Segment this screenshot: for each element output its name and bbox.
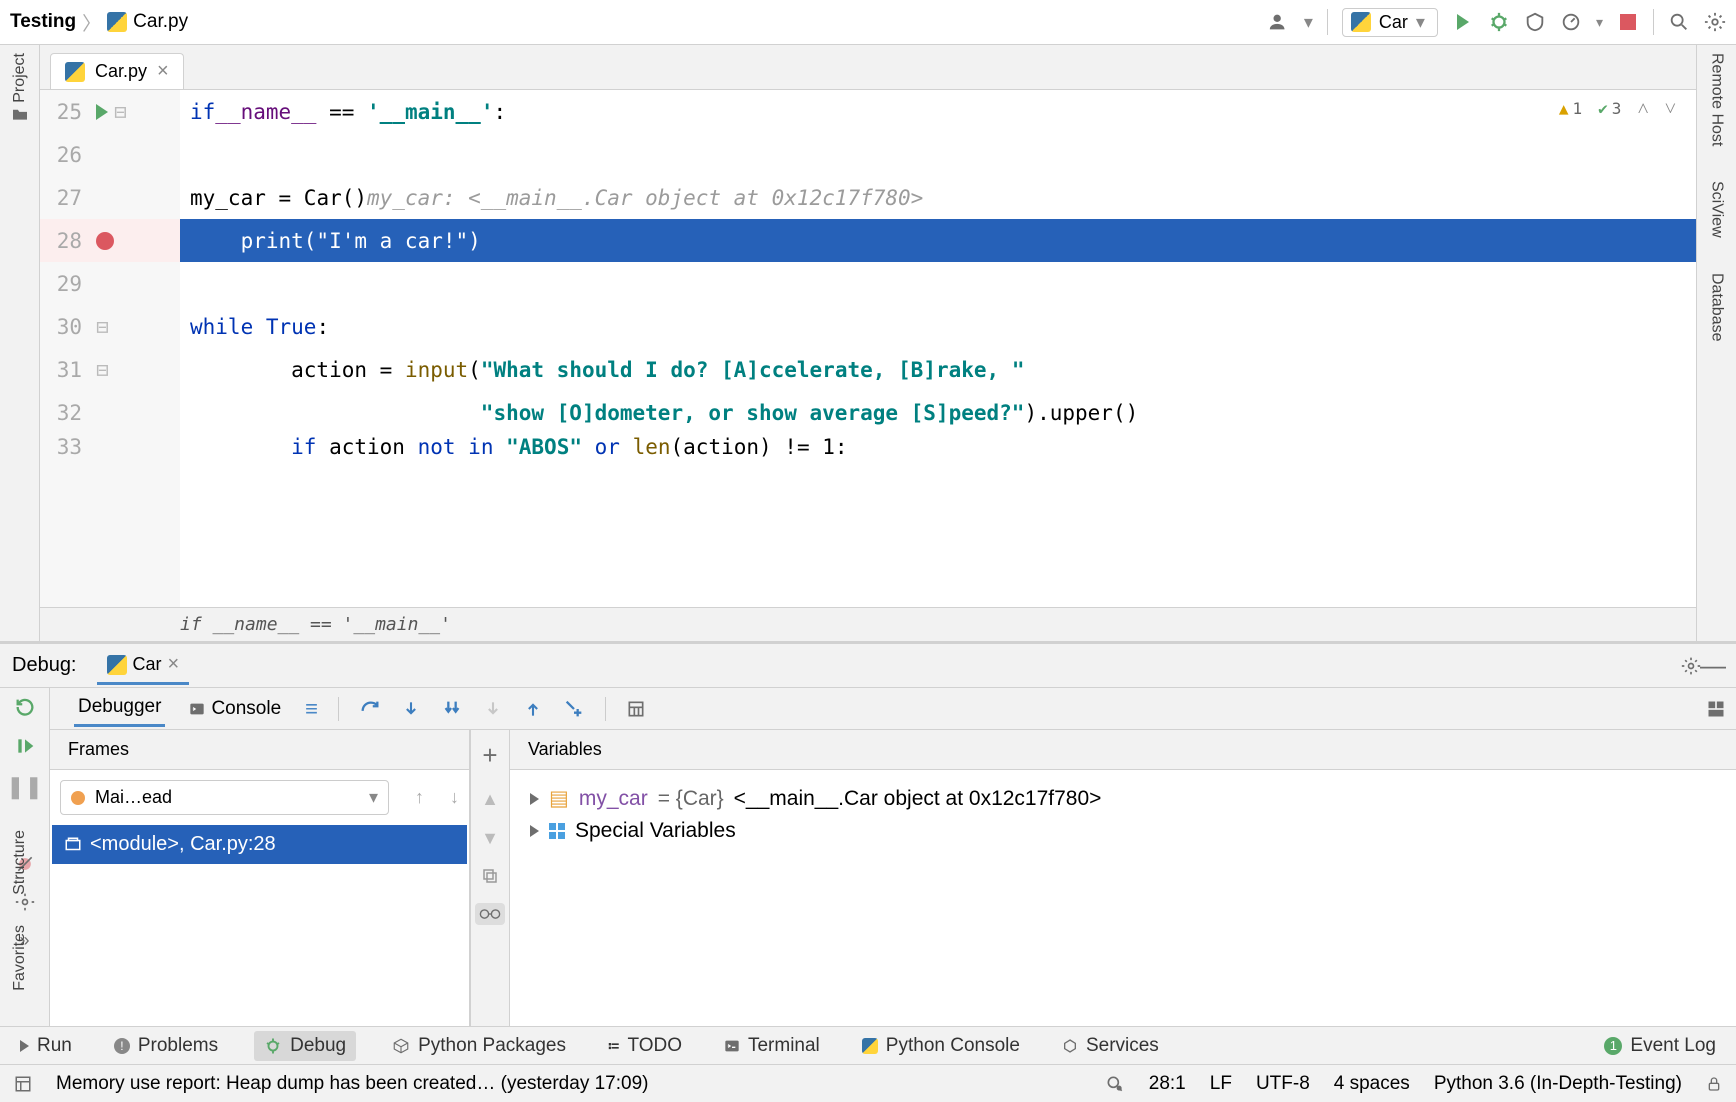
field-icon: ▤ xyxy=(549,786,569,811)
sciview-tool-button[interactable]: SciView xyxy=(1708,181,1726,243)
user-add-icon[interactable] xyxy=(1268,11,1290,33)
run-config-selector[interactable]: Car ▾ xyxy=(1342,8,1438,37)
python-file-icon xyxy=(107,12,127,32)
profile-button[interactable] xyxy=(1560,11,1582,33)
minimize-icon[interactable]: — xyxy=(1702,655,1724,677)
thread-status-icon xyxy=(71,791,85,805)
todo-tool-button[interactable]: ≔TODO xyxy=(602,1031,688,1061)
python-packages-tool-button[interactable]: Python Packages xyxy=(386,1031,572,1061)
top-toolbar: Testing 〉 Car.py ▾ Car ▾ xyxy=(0,0,1736,45)
search-icon[interactable] xyxy=(1668,11,1690,33)
debugger-tab[interactable]: Debugger xyxy=(74,690,165,727)
step-into-my-code-button[interactable] xyxy=(441,698,463,720)
project-tool-button[interactable]: Project xyxy=(11,53,29,121)
breadcrumb-file[interactable]: Car.py xyxy=(133,11,188,33)
down-icon[interactable]: ▼ xyxy=(481,828,499,849)
step-into-button[interactable] xyxy=(401,698,421,720)
expand-icon[interactable] xyxy=(530,825,539,837)
run-gutter-icon[interactable] xyxy=(96,104,108,120)
python-icon xyxy=(1351,12,1371,32)
fold-icon[interactable]: ⊟ xyxy=(114,100,127,124)
breakpoint-icon[interactable] xyxy=(96,232,114,250)
fold-icon[interactable]: ⊟ xyxy=(96,358,109,382)
lock-icon[interactable] xyxy=(1706,1075,1722,1093)
tool-windows-icon[interactable] xyxy=(14,1075,32,1093)
debug-button[interactable] xyxy=(1488,11,1510,33)
thread-selector[interactable]: Mai…ead ▾ xyxy=(60,780,389,815)
gear-icon[interactable] xyxy=(1680,655,1702,677)
indent-config[interactable]: 4 spaces xyxy=(1334,1073,1410,1095)
evaluate-button[interactable] xyxy=(626,699,646,719)
threads-icon[interactable]: ≡ xyxy=(305,696,318,722)
add-watch-button[interactable]: + xyxy=(482,740,497,771)
stack-frame[interactable]: <module>, Car.py:28 xyxy=(52,825,467,864)
python-icon xyxy=(107,655,127,675)
debug-session-tab[interactable]: Car × xyxy=(97,647,190,685)
run-button[interactable] xyxy=(1452,11,1474,33)
run-config-name: Car xyxy=(1379,12,1408,33)
breadcrumb: Testing 〉 Car.py xyxy=(10,9,188,36)
caret-position[interactable]: 28:1 xyxy=(1149,1073,1186,1095)
run-to-cursor-button[interactable] xyxy=(563,698,585,720)
pause-button[interactable]: ❚❚ xyxy=(6,774,43,800)
code-editor[interactable]: 25⊟ 26 27 28 29 30⊟ 31⊟ 32 33 ▲1 ✔3 ˄˅ i… xyxy=(40,90,1696,607)
interpreter-status-icon[interactable] xyxy=(1105,1074,1125,1094)
editor-tab-car[interactable]: Car.py × xyxy=(50,53,184,89)
editor-breadcrumb: if __name__ == '__main__' xyxy=(40,607,1696,641)
database-tool-button[interactable]: Database xyxy=(1708,273,1726,347)
run-tool-button[interactable]: Run xyxy=(14,1031,78,1061)
fold-icon[interactable]: ⊟ xyxy=(96,315,109,339)
rerun-button[interactable] xyxy=(14,696,36,718)
python-console-tool-button[interactable]: Python Console xyxy=(856,1031,1026,1061)
expand-icon[interactable] xyxy=(530,793,539,805)
file-encoding[interactable]: UTF-8 xyxy=(1256,1073,1310,1095)
breadcrumb-project[interactable]: Testing xyxy=(10,11,76,33)
close-icon[interactable]: × xyxy=(168,653,180,676)
force-step-into-button[interactable] xyxy=(483,698,503,720)
debug-tool-window: Debug: Car × — ❚❚ » D xyxy=(0,641,1736,1026)
watches-icon[interactable] xyxy=(475,903,505,925)
status-bar: Memory use report: Heap dump has been cr… xyxy=(0,1064,1736,1102)
problems-tool-button[interactable]: !Problems xyxy=(108,1031,224,1061)
settings-icon[interactable] xyxy=(1704,11,1726,33)
copy-icon[interactable] xyxy=(481,867,499,885)
variable-row[interactable]: Special Variables xyxy=(530,815,1716,847)
console-tab[interactable]: Console xyxy=(185,692,285,726)
bottom-tool-strip: Run !Problems Debug Python Packages ≔TOD… xyxy=(0,1026,1736,1064)
debug-title: Debug: xyxy=(12,654,77,677)
group-icon xyxy=(549,823,565,839)
step-out-button[interactable] xyxy=(523,698,543,720)
structure-tool-button[interactable]: Structure xyxy=(11,830,29,895)
variables-panel: Variables ▤ my_car = {Car} <__main__.Car… xyxy=(510,730,1736,1026)
close-tab-icon[interactable]: × xyxy=(157,60,169,83)
python-file-icon xyxy=(65,62,85,82)
debug-tool-button[interactable]: Debug xyxy=(254,1031,356,1061)
python-sdk[interactable]: Python 3.6 (In-Depth-Testing) xyxy=(1434,1073,1682,1095)
coverage-button[interactable] xyxy=(1524,11,1546,33)
stop-button[interactable] xyxy=(1617,11,1639,33)
remote-host-tool-button[interactable]: Remote Host xyxy=(1708,53,1726,151)
services-tool-button[interactable]: Services xyxy=(1056,1031,1165,1061)
frames-panel: Frames Mai…ead ▾ ↑ ↓ <mod xyxy=(50,730,470,1026)
step-over-button[interactable] xyxy=(359,698,381,720)
status-message[interactable]: Memory use report: Heap dump has been cr… xyxy=(56,1073,648,1095)
layout-icon[interactable] xyxy=(1706,699,1726,719)
prev-frame-button[interactable]: ↑ xyxy=(409,787,430,808)
editor-tabs: Car.py × xyxy=(40,45,1696,90)
frames-title: Frames xyxy=(50,730,469,770)
event-log-button[interactable]: 1Event Log xyxy=(1598,1031,1722,1061)
variable-row[interactable]: ▤ my_car = {Car} <__main__.Car object at… xyxy=(530,782,1716,815)
next-frame-button[interactable]: ↓ xyxy=(440,787,469,808)
up-icon[interactable]: ▲ xyxy=(481,789,499,810)
inspection-widget[interactable]: ▲1 ✔3 ˄˅ xyxy=(1559,96,1676,121)
terminal-tool-button[interactable]: Terminal xyxy=(718,1031,826,1061)
debug-settings-icon[interactable] xyxy=(15,892,35,912)
editor-gutter: 25⊟ 26 27 28 29 30⊟ 31⊟ 32 33 xyxy=(40,90,180,607)
chevron-right-icon: 〉 xyxy=(82,9,101,36)
execution-line: print("I'm a car!") xyxy=(180,219,1696,262)
resume-button[interactable] xyxy=(15,736,35,756)
variables-title: Variables xyxy=(510,730,1736,770)
editor-tab-label: Car.py xyxy=(95,61,147,82)
line-separator[interactable]: LF xyxy=(1210,1073,1232,1095)
